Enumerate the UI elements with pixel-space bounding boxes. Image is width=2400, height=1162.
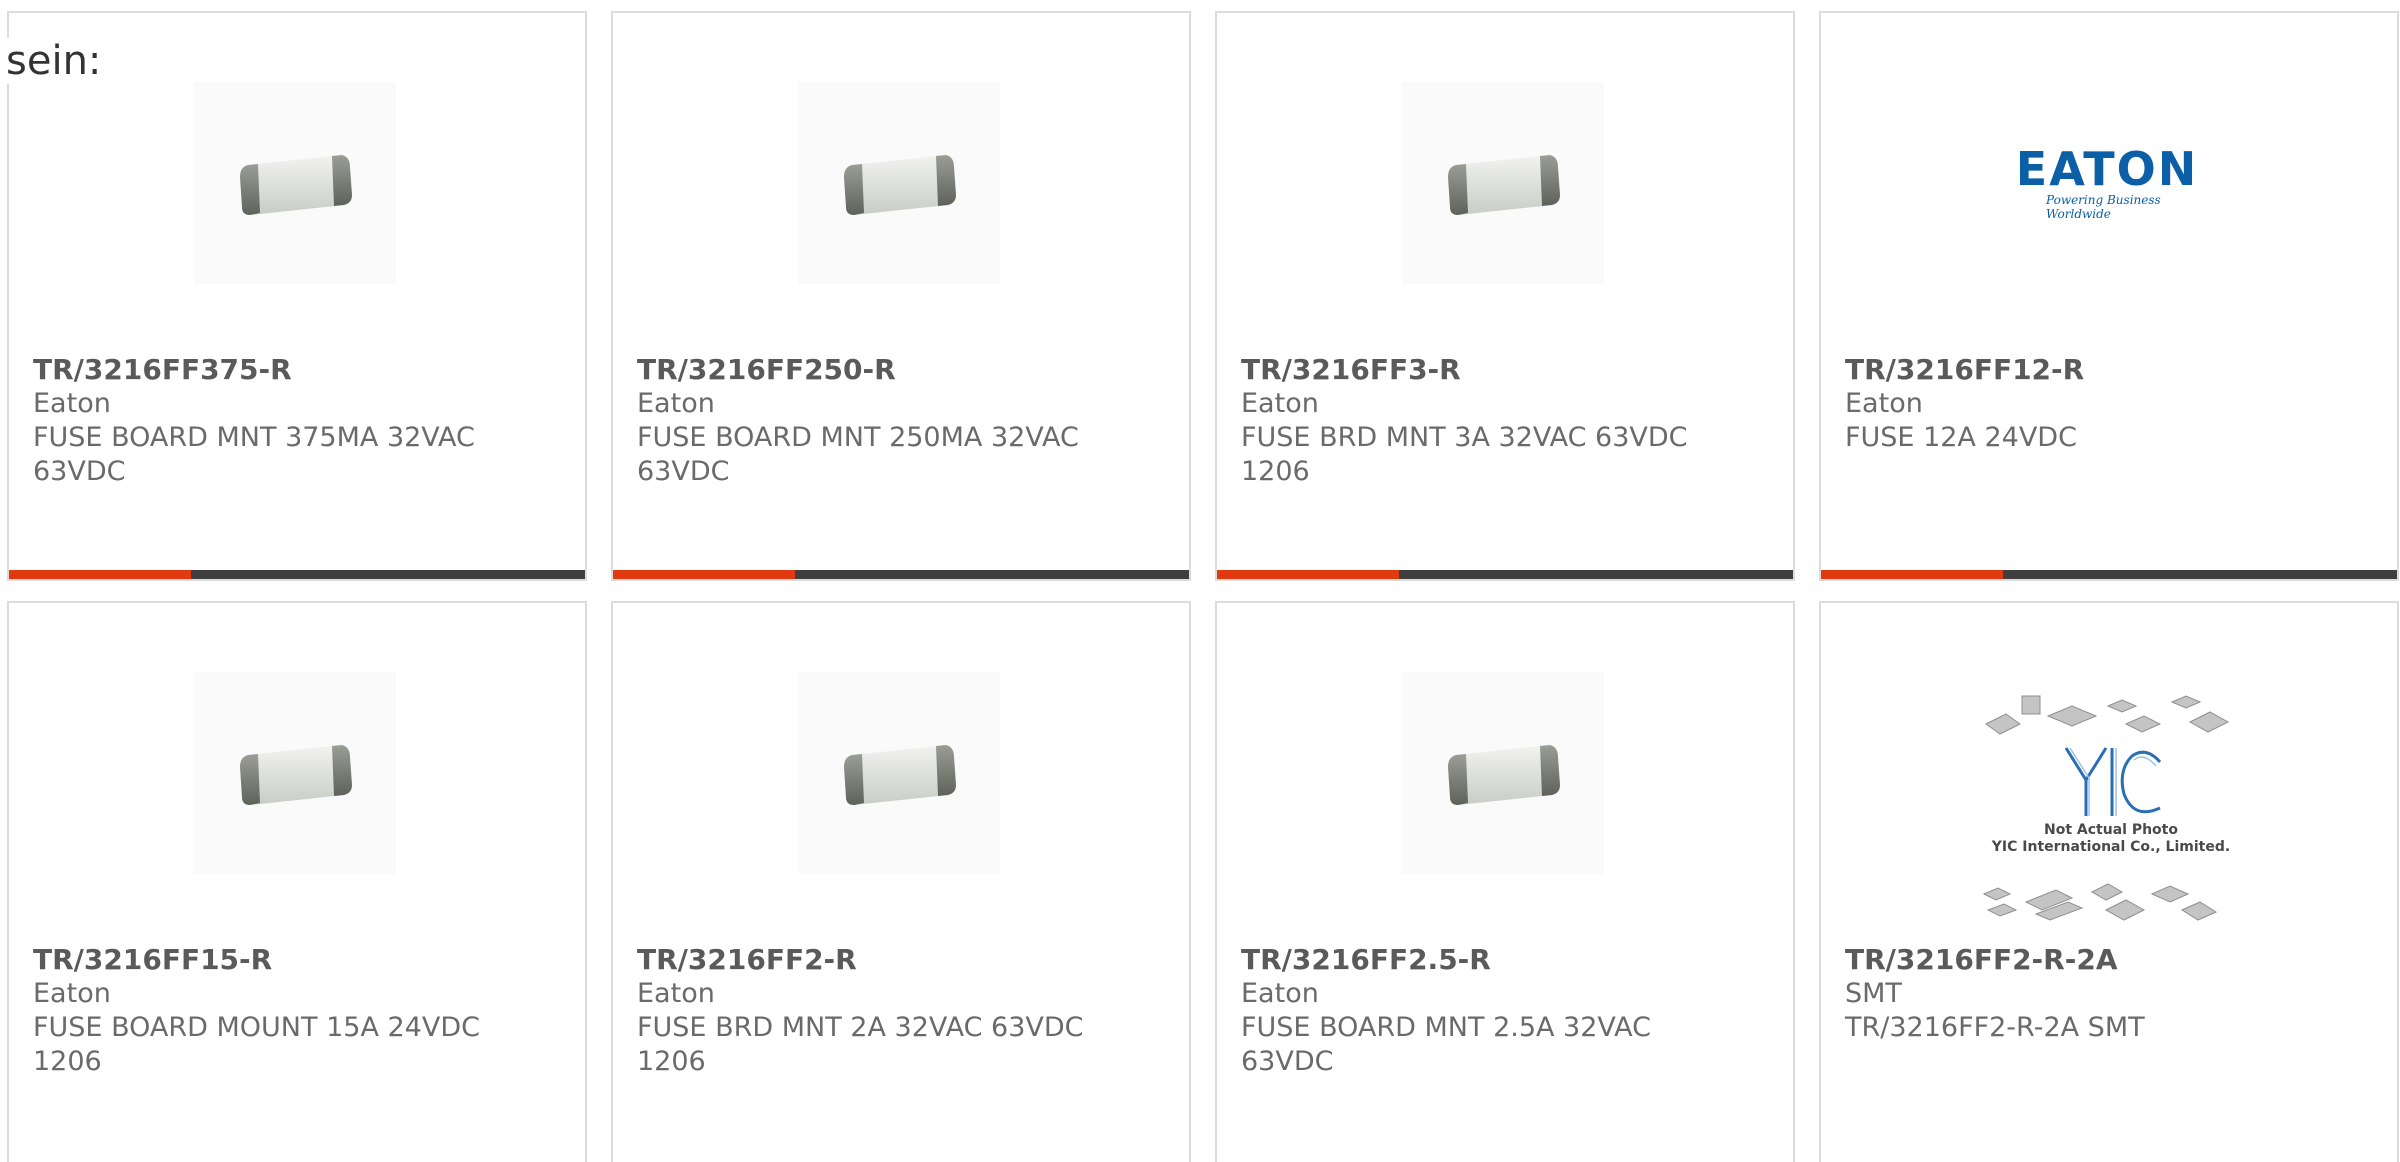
product-info: TR/3216FF2-R Eaton FUSE BRD MNT 2A 32VAC… — [637, 943, 1157, 1079]
product-info: TR/3216FF250-R Eaton FUSE BOARD MNT 250M… — [637, 353, 1157, 489]
product-image[interactable]: Not Actual Photo YIC International Co., … — [1971, 688, 2251, 928]
product-card[interactable]: TR/3216FF2.5-R Eaton FUSE BOARD MNT 2.5A… — [1215, 601, 1795, 1162]
product-card[interactable]: TR/3216FF15-R Eaton FUSE BOARD MOUNT 15A… — [7, 601, 587, 1162]
accent-bar — [1217, 570, 1793, 579]
accent-bar — [1821, 570, 2397, 579]
part-number-link[interactable]: TR/3216FF3-R — [1241, 353, 1761, 387]
manufacturer: SMT — [1845, 978, 1902, 1009]
product-info: TR/3216FF15-R Eaton FUSE BOARD MOUNT 15A… — [33, 943, 553, 1079]
placeholder-caption-2: YIC International Co., Limited. — [1991, 839, 2231, 855]
part-number-link[interactable]: TR/3216FF2.5-R — [1241, 943, 1761, 977]
part-number-link[interactable]: TR/3216FF2-R — [637, 943, 1157, 977]
chip-assortment-icon — [1982, 883, 2218, 921]
product-image[interactable] — [194, 672, 396, 874]
smd-fuse-icon — [844, 745, 956, 805]
product-grid: TR/3216FF375-R Eaton FUSE BOARD MNT 375M… — [0, 0, 2400, 1162]
part-number-link[interactable]: TR/3216FF250-R — [637, 353, 1157, 387]
product-card[interactable]: EATON Powering Business Worldwide TR/321… — [1819, 11, 2399, 581]
description: FUSE BOARD MNT 250MA 32VAC 63VDC — [637, 422, 1079, 487]
part-number-link[interactable]: TR/3216FF15-R — [33, 943, 553, 977]
placeholder-caption-1: Not Actual Photo — [2044, 822, 2178, 838]
description: FUSE BRD MNT 2A 32VAC 63VDC 1206 — [637, 1012, 1084, 1077]
product-info: TR/3216FF2-R-2A SMT TR/3216FF2-R-2A SMT — [1845, 943, 2365, 1045]
yic-placeholder: Not Actual Photo YIC International Co., … — [1976, 686, 2246, 930]
part-number-link[interactable]: TR/3216FF375-R — [33, 353, 553, 387]
description: TR/3216FF2-R-2A SMT — [1845, 1012, 2145, 1043]
product-card[interactable]: TR/3216FF3-R Eaton FUSE BRD MNT 3A 32VAC… — [1215, 11, 1795, 581]
smd-fuse-icon — [240, 155, 352, 215]
description: FUSE 12A 24VDC — [1845, 422, 2077, 453]
description: FUSE BOARD MOUNT 15A 24VDC 1206 — [33, 1012, 480, 1077]
product-card[interactable]: Not Actual Photo YIC International Co., … — [1819, 601, 2399, 1162]
eaton-logo-tagline: Powering Business Worldwide — [2046, 193, 2161, 221]
product-image[interactable] — [1402, 672, 1604, 874]
manufacturer: Eaton — [1845, 388, 1923, 419]
description: FUSE BOARD MNT 375MA 32VAC 63VDC — [33, 422, 475, 487]
smd-fuse-icon — [1448, 155, 1560, 215]
product-info: TR/3216FF375-R Eaton FUSE BOARD MNT 375M… — [33, 353, 553, 489]
manufacturer: Eaton — [33, 978, 111, 1009]
description: FUSE BOARD MNT 2.5A 32VAC 63VDC — [1241, 1012, 1652, 1077]
accent-bar — [613, 570, 1189, 579]
product-info: TR/3216FF3-R Eaton FUSE BRD MNT 3A 32VAC… — [1241, 353, 1761, 489]
manufacturer: Eaton — [33, 388, 111, 419]
smd-fuse-icon — [240, 745, 352, 805]
product-info: TR/3216FF12-R Eaton FUSE 12A 24VDC — [1845, 353, 2365, 455]
product-image[interactable]: EATON Powering Business Worldwide — [2006, 82, 2208, 284]
yic-logo-icon — [2064, 747, 2162, 816]
product-image[interactable] — [1402, 82, 1604, 284]
smd-fuse-icon — [844, 155, 956, 215]
product-card[interactable]: TR/3216FF250-R Eaton FUSE BOARD MNT 250M… — [611, 11, 1191, 581]
description: FUSE BRD MNT 3A 32VAC 63VDC 1206 — [1241, 422, 1688, 487]
manufacturer: Eaton — [637, 388, 715, 419]
intro-text: sein: — [6, 38, 102, 84]
chip-assortment-icon — [1985, 695, 2230, 735]
product-image[interactable] — [798, 82, 1000, 284]
product-info: TR/3216FF2.5-R Eaton FUSE BOARD MNT 2.5A… — [1241, 943, 1761, 1079]
part-number-link[interactable]: TR/3216FF2-R-2A — [1845, 943, 2365, 977]
product-card[interactable]: TR/3216FF2-R Eaton FUSE BRD MNT 2A 32VAC… — [611, 601, 1191, 1162]
product-card[interactable]: TR/3216FF375-R Eaton FUSE BOARD MNT 375M… — [7, 11, 587, 581]
accent-bar — [9, 570, 585, 579]
product-image[interactable] — [194, 82, 396, 284]
manufacturer: Eaton — [1241, 978, 1319, 1009]
eaton-logo: EATON Powering Business Worldwide — [2006, 145, 2208, 221]
product-image[interactable] — [798, 672, 1000, 874]
part-number-link[interactable]: TR/3216FF12-R — [1845, 353, 2365, 387]
manufacturer: Eaton — [1241, 388, 1319, 419]
smd-fuse-icon — [1448, 745, 1560, 805]
manufacturer: Eaton — [637, 978, 715, 1009]
eaton-logo-word: EATON — [2015, 142, 2199, 196]
